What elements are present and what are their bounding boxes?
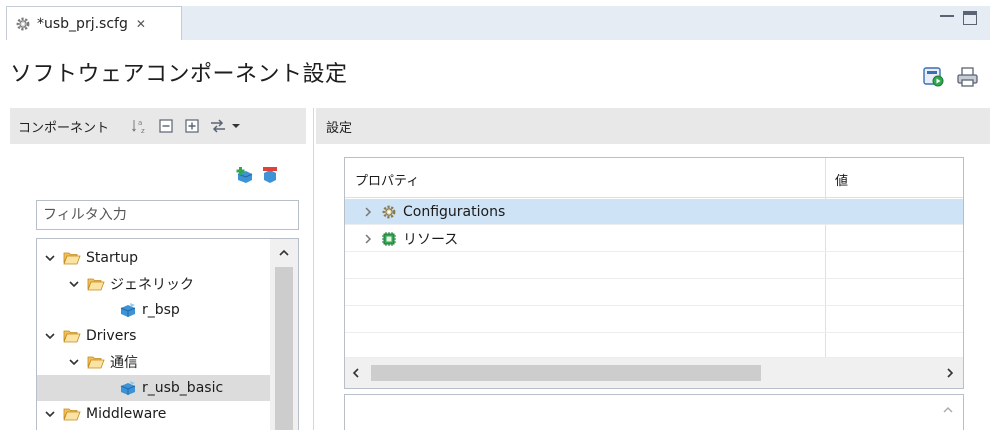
tree-vertical-scrollbar[interactable] — [270, 239, 298, 430]
property-scroll-thumb[interactable] — [371, 365, 761, 381]
add-component-icon[interactable] — [236, 166, 254, 184]
chevron-down-icon[interactable] — [43, 251, 57, 265]
tree-item-label: r_bsp — [142, 302, 180, 318]
panel-divider — [313, 108, 314, 430]
minimize-icon[interactable] — [940, 15, 954, 23]
scroll-right-icon[interactable] — [939, 363, 961, 383]
property-row-empty — [345, 253, 963, 279]
link-icon[interactable] — [209, 117, 227, 135]
property-horizontal-scrollbar[interactable] — [345, 358, 963, 388]
dropdown-arrow-icon[interactable] — [231, 117, 241, 135]
property-row-configurations[interactable]: Configurations — [345, 199, 963, 225]
tree-item-label: r_usb_basic — [142, 380, 224, 396]
gear-icon — [382, 205, 396, 218]
chevron-down-icon[interactable] — [67, 355, 81, 369]
folder-open-icon — [63, 330, 81, 343]
svg-text:a: a — [138, 119, 142, 127]
filter-input[interactable] — [36, 200, 299, 230]
svg-text:z: z — [141, 127, 145, 135]
property-row-empty — [345, 280, 963, 306]
property-row-empty — [345, 307, 963, 333]
folder-open-icon — [87, 278, 105, 291]
expand-all-icon[interactable] — [183, 117, 201, 135]
tab-bar-background — [182, 6, 990, 40]
settings-panel-title: 設定 — [326, 120, 353, 136]
scroll-up-icon[interactable] — [270, 243, 298, 263]
sort-alpha-icon[interactable]: az — [131, 117, 149, 135]
tree-item-label: ジェネリック — [110, 277, 194, 293]
panel-splitter[interactable] — [306, 108, 316, 430]
tree-item-startup[interactable]: Startup — [43, 245, 138, 271]
chip-icon — [382, 231, 396, 246]
tree-item-label: 通信 — [110, 355, 138, 371]
chevron-down-icon[interactable] — [43, 407, 57, 421]
tab-title: *usb_prj.scfg — [37, 15, 128, 32]
property-description-box[interactable] — [344, 394, 964, 430]
editor-tab-bar: *usb_prj.scfg ✕ — [0, 0, 990, 40]
scroll-up-icon[interactable] — [941, 403, 955, 417]
tree-item-middleware[interactable]: Middleware — [43, 401, 166, 427]
page-title: ソフトウェアコンポーネント設定 — [10, 62, 348, 87]
folder-open-icon — [87, 356, 105, 369]
property-label: Configurations — [403, 203, 506, 220]
components-panel-title: コンポーネント — [18, 120, 110, 136]
component-tree: Startup ジェネリック r_bsp Drivers 通信 r_usb_ba… — [36, 238, 299, 430]
tree-scroll-thumb[interactable] — [275, 267, 293, 430]
tree-item-label: Startup — [86, 250, 138, 266]
property-label: リソース — [403, 231, 459, 248]
property-table: プロパティ 値 Configurations リソース — [344, 157, 964, 389]
tree-item-drivers[interactable]: Drivers — [43, 323, 136, 349]
column-header-value[interactable]: 値 — [835, 170, 848, 189]
tree-item-r-usb-basic[interactable]: r_usb_basic — [37, 375, 270, 401]
chevron-down-icon[interactable] — [43, 329, 57, 343]
collapse-all-icon[interactable] — [157, 117, 175, 135]
gear-icon — [16, 17, 30, 30]
property-row-resources[interactable]: リソース — [345, 226, 963, 252]
component-cube-icon — [120, 381, 136, 395]
tree-item-label: Drivers — [86, 328, 137, 344]
generate-code-icon[interactable] — [922, 66, 946, 88]
chevron-down-icon[interactable] — [67, 277, 81, 291]
component-cube-icon — [120, 303, 136, 317]
components-panel-header: コンポーネント az — [10, 108, 306, 144]
maximize-icon[interactable] — [963, 11, 977, 25]
tree-item-label: Middleware — [86, 406, 167, 422]
tab-usb-prj-scfg[interactable]: *usb_prj.scfg ✕ — [6, 6, 182, 40]
tree-item-communication[interactable]: 通信 — [67, 349, 138, 375]
remove-component-icon[interactable] — [262, 166, 278, 184]
folder-open-icon — [63, 252, 81, 265]
print-icon[interactable] — [956, 66, 980, 88]
property-table-header: プロパティ 値 — [345, 158, 963, 198]
chevron-right-icon[interactable] — [361, 232, 375, 246]
settings-panel-header: 設定 — [316, 108, 990, 144]
column-header-property[interactable]: プロパティ — [355, 170, 419, 189]
tab-close-icon[interactable]: ✕ — [136, 17, 146, 31]
scroll-left-icon[interactable] — [345, 363, 367, 383]
tree-item-r-bsp[interactable]: r_bsp — [119, 297, 180, 323]
folder-open-icon — [63, 408, 81, 421]
property-row-empty — [345, 334, 963, 358]
tree-item-generic[interactable]: ジェネリック — [67, 271, 194, 297]
chevron-right-icon[interactable] — [361, 205, 375, 219]
